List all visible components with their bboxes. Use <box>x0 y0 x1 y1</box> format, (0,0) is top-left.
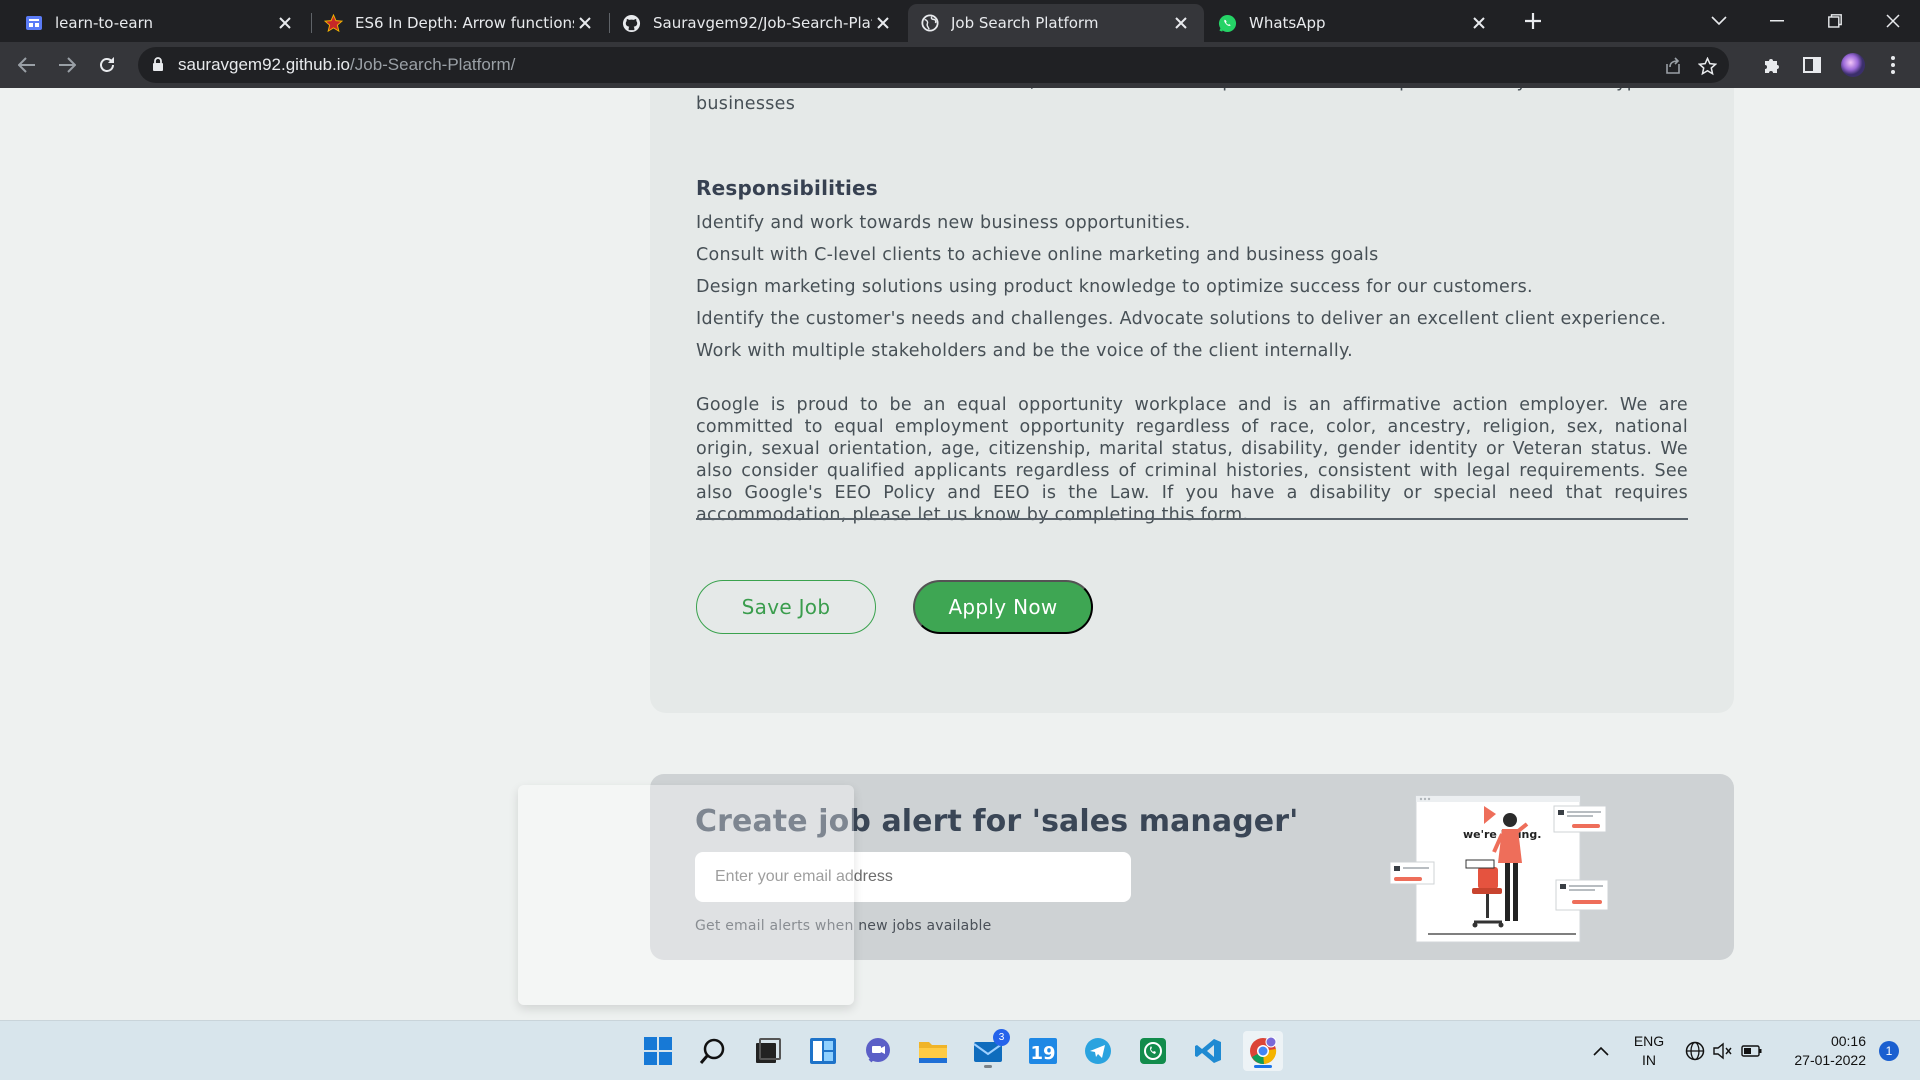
job-card-illustration-right-bottom <box>1555 879 1609 911</box>
close-tab-icon[interactable] <box>574 12 596 34</box>
list-item: Design marketing solutions using product… <box>696 277 1533 297</box>
show-hidden-icons-chevron-up-icon[interactable] <box>1586 1031 1616 1071</box>
responsibilities-list: Identify and work towards new business o… <box>696 212 1688 372</box>
tab-github-repo[interactable]: Sauravgem92/Job-Search-Platfor <box>610 4 906 42</box>
chrome-menu-icon[interactable] <box>1878 50 1908 80</box>
browser-toolbar: sauravgem92.github.io/Job-Search-Platfor… <box>0 42 1920 88</box>
close-tab-icon[interactable] <box>1468 12 1490 34</box>
divider <box>696 518 1688 520</box>
notification-count-badge: 1 <box>1879 1041 1899 1061</box>
teams-chat-icon[interactable] <box>858 1031 898 1071</box>
reload-icon[interactable] <box>92 50 122 80</box>
windows-taskbar: 3 19 ENG IN 00:16 27-01-2022 1 <box>0 1020 1920 1080</box>
apply-now-button[interactable]: Apply Now <box>913 580 1093 634</box>
browser-tab-strip: learn-to-earn ES6 In Depth: Arrow functi… <box>0 0 1920 42</box>
email-field[interactable] <box>695 852 1131 902</box>
responsibilities-heading: Responsibilities <box>696 176 878 200</box>
job-card-illustration-right-top <box>1553 805 1607 833</box>
whatsapp-taskbar-icon[interactable] <box>1133 1031 1173 1071</box>
tab-title: Sauravgem92/Job-Search-Platfor <box>653 14 872 32</box>
svg-text:19: 19 <box>1030 1043 1055 1064</box>
side-panel-icon[interactable] <box>1797 50 1827 80</box>
url-text: sauravgem92.github.io/Job-Search-Platfor… <box>178 55 516 74</box>
telegram-icon[interactable] <box>1078 1031 1118 1071</box>
volume-muted-icon[interactable] <box>1709 1031 1737 1071</box>
start-windows-icon[interactable] <box>638 1031 678 1071</box>
lock-icon[interactable] <box>152 57 164 76</box>
notifications-button[interactable]: 1 <box>1874 1031 1904 1071</box>
star-favicon-icon <box>324 13 343 33</box>
job-details-card: needs and trends. In collaboration, we c… <box>650 88 1734 713</box>
list-item: Identify and work towards new business o… <box>696 213 1191 233</box>
chrome-taskbar-icon[interactable] <box>1243 1031 1283 1071</box>
mail-icon[interactable]: 3 <box>968 1029 1010 1071</box>
widgets-icon[interactable] <box>803 1031 843 1071</box>
github-icon <box>622 14 641 33</box>
tab-learn-to-earn[interactable]: learn-to-earn <box>12 4 308 42</box>
profile-avatar[interactable] <box>1838 50 1868 80</box>
input-language[interactable]: ENG IN <box>1628 1033 1670 1068</box>
job-alert-title: Create job alert for 'sales manager' <box>695 804 1299 839</box>
tab-whatsapp[interactable]: WhatsApp <box>1206 4 1502 42</box>
search-icon[interactable] <box>693 1031 733 1071</box>
back-arrow-icon[interactable] <box>12 50 42 80</box>
tab-title: Job Search Platform <box>951 14 1099 32</box>
network-globe-icon[interactable] <box>1681 1031 1709 1071</box>
close-tab-icon[interactable] <box>274 12 296 34</box>
bookmark-star-icon[interactable] <box>1696 55 1718 77</box>
new-tab-button[interactable] <box>1519 7 1547 35</box>
page-viewport: needs and trends. In collaboration, we c… <box>0 88 1920 1020</box>
vscode-icon[interactable] <box>1188 1031 1228 1071</box>
list-item: Work with multiple stakeholders and be t… <box>696 341 1354 361</box>
list-item: Identify the customer's needs and challe… <box>696 309 1667 329</box>
whatsapp-icon <box>1218 14 1237 33</box>
equal-opportunity-text: Google is proud to be an equal opportuni… <box>696 395 1688 525</box>
restore-button[interactable] <box>1806 0 1864 42</box>
tab-search-chevron-down-icon[interactable] <box>1690 0 1748 42</box>
share-icon[interactable] <box>1662 55 1684 77</box>
minimize-button[interactable] <box>1748 0 1806 42</box>
list-item: Consult with C-level clients to achieve … <box>696 245 1379 265</box>
task-view-icon[interactable] <box>748 1031 788 1071</box>
close-tab-icon[interactable] <box>1170 12 1192 34</box>
tab-title: ES6 In Depth: Arrow functions - M <box>355 14 574 32</box>
tab-title: WhatsApp <box>1249 14 1326 32</box>
hiring-illustration: we're hiring. <box>1389 795 1609 943</box>
clock[interactable]: 00:16 27-01-2022 <box>1776 1033 1866 1068</box>
extensions-puzzle-icon[interactable] <box>1757 50 1787 80</box>
forward-arrow-icon[interactable] <box>52 50 82 80</box>
learn-to-earn-favicon-icon <box>24 14 43 33</box>
alert-note: Get email alerts when new jobs available <box>695 918 992 934</box>
tab-title: learn-to-earn <box>55 14 153 32</box>
job-card-illustration-left <box>1389 861 1435 885</box>
mail-badge: 3 <box>993 1029 1010 1046</box>
battery-icon[interactable] <box>1738 1031 1766 1071</box>
calendar-19-icon[interactable]: 19 <box>1023 1031 1063 1071</box>
globe-icon <box>920 14 939 33</box>
close-tab-icon[interactable] <box>872 12 894 34</box>
job-intro-text: needs and trends. In collaboration, we c… <box>696 88 1688 114</box>
job-alert-banner: Create job alert for 'sales manager' Get… <box>650 774 1734 960</box>
file-explorer-icon[interactable] <box>913 1031 953 1071</box>
tab-job-search-platform[interactable]: Job Search Platform <box>908 4 1204 42</box>
address-bar[interactable]: sauravgem92.github.io/Job-Search-Platfor… <box>138 47 1729 83</box>
save-job-button[interactable]: Save Job <box>696 580 876 634</box>
close-window-button[interactable] <box>1864 0 1920 42</box>
tab-es6-arrow-functions[interactable]: ES6 In Depth: Arrow functions - M <box>312 4 608 42</box>
